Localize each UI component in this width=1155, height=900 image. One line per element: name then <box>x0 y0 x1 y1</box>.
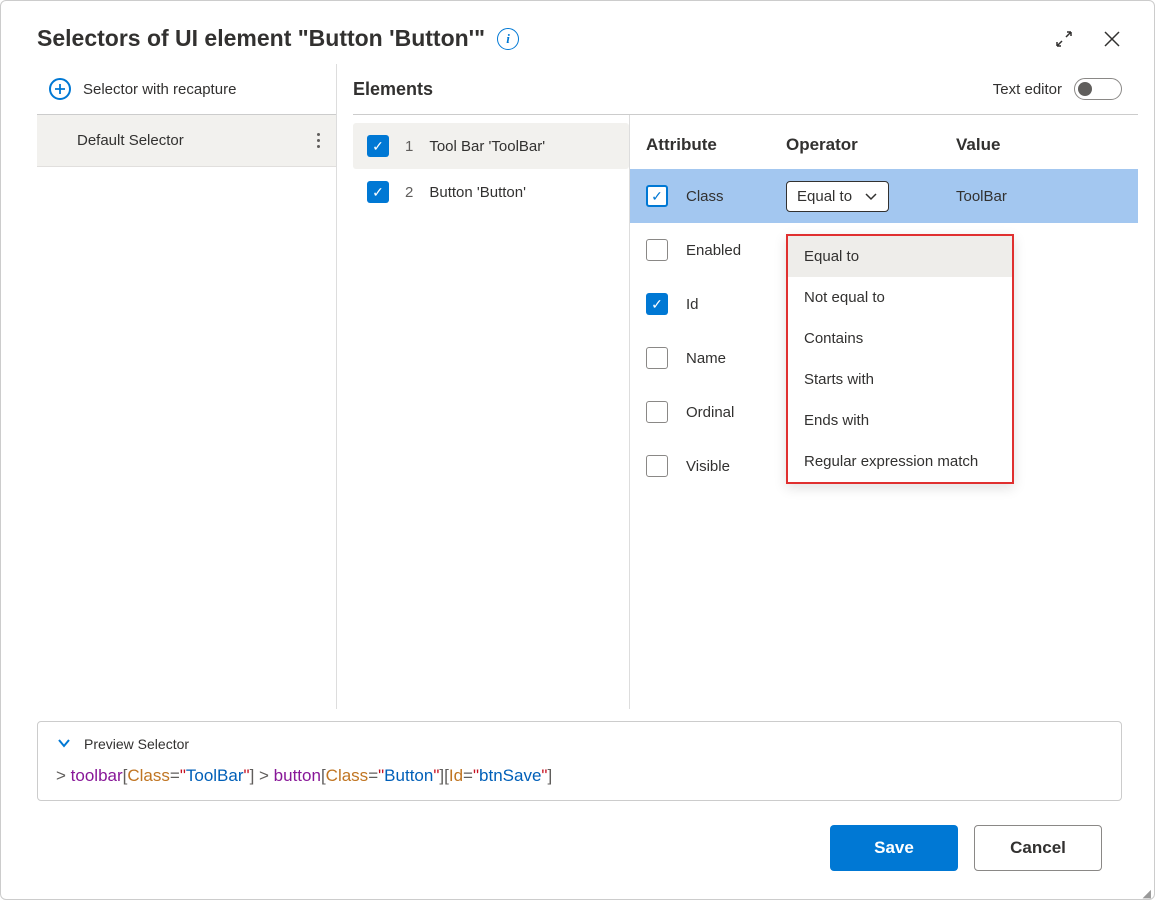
elements-content: ✓ 1 Tool Bar 'ToolBar' ✓ 2 Button 'Butto… <box>353 115 1138 709</box>
titlebar-actions <box>1054 29 1122 49</box>
elements-title: Elements <box>353 79 433 100</box>
attr-checkbox[interactable]: ✓ <box>646 185 668 207</box>
attributes-header: Attribute Operator Value <box>630 115 1138 169</box>
attr-checkbox[interactable] <box>646 239 668 261</box>
attribute-row-class[interactable]: ✓ Class Equal to Equal to Not equal to <box>630 169 1138 223</box>
text-editor-toggle[interactable] <box>1074 78 1122 100</box>
attr-name: Id <box>686 296 786 313</box>
attr-checkbox[interactable] <box>646 347 668 369</box>
dialog-title: Selectors of UI element "Button 'Button'… <box>37 25 485 52</box>
upper-panes: Selector with recapture Default Selector… <box>1 64 1138 709</box>
attr-checkbox[interactable] <box>646 455 668 477</box>
attr-checkbox[interactable]: ✓ <box>646 293 668 315</box>
dropdown-item[interactable]: Ends with <box>788 400 1012 441</box>
attr-value[interactable]: ToolBar <box>956 188 1122 205</box>
dropdown-item[interactable]: Regular expression match <box>788 441 1012 482</box>
col-operator: Operator <box>786 135 956 155</box>
chevron-down-icon <box>864 188 878 205</box>
element-label: Button 'Button' <box>429 184 526 201</box>
text-editor-label: Text editor <box>993 81 1062 98</box>
attr-name: Ordinal <box>686 404 786 421</box>
text-editor-toggle-group: Text editor <box>993 78 1122 100</box>
attr-name: Class <box>686 188 786 205</box>
operator-dropdown: Equal to Not equal to Contains Starts wi… <box>786 234 1014 484</box>
preview-header[interactable]: Preview Selector <box>56 736 1103 752</box>
element-row[interactable]: ✓ 2 Button 'Button' <box>353 169 629 215</box>
toggle-knob <box>1078 82 1092 96</box>
save-button[interactable]: Save <box>830 825 958 871</box>
preview-selector-box: Preview Selector > toolbar[Class="ToolBa… <box>37 721 1122 801</box>
element-index: 2 <box>405 184 413 201</box>
selector-item-default[interactable]: Default Selector <box>37 115 336 167</box>
preview-title: Preview Selector <box>84 736 189 752</box>
operator-value: Equal to <box>797 188 852 205</box>
dialog-footer: Save Cancel <box>1 801 1138 899</box>
expand-icon[interactable] <box>1054 29 1074 49</box>
close-icon[interactable] <box>1102 29 1122 49</box>
attr-name: Name <box>686 350 786 367</box>
dropdown-item[interactable]: Starts with <box>788 359 1012 400</box>
element-list: ✓ 1 Tool Bar 'ToolBar' ✓ 2 Button 'Butto… <box>353 115 629 709</box>
element-index: 1 <box>405 138 413 155</box>
info-icon[interactable]: i <box>497 28 519 50</box>
selector-dialog: Selectors of UI element "Button 'Button'… <box>0 0 1155 900</box>
element-row[interactable]: ✓ 1 Tool Bar 'ToolBar' <box>353 123 629 169</box>
col-value: Value <box>956 135 1122 155</box>
dropdown-item[interactable]: Contains <box>788 318 1012 359</box>
more-vertical-icon[interactable] <box>313 129 324 152</box>
chevron-down-icon <box>56 736 72 752</box>
recapture-label: Selector with recapture <box>83 81 236 98</box>
selector-with-recapture-button[interactable]: Selector with recapture <box>37 64 336 115</box>
col-attribute: Attribute <box>646 135 786 155</box>
attr-name: Enabled <box>686 242 786 259</box>
selector-list-pane: Selector with recapture Default Selector <box>37 64 337 709</box>
selector-name: Default Selector <box>77 132 313 149</box>
resize-grip-icon[interactable]: ◢ <box>1143 892 1152 897</box>
attributes-pane: Attribute Operator Value ✓ Class Equal t… <box>629 115 1138 709</box>
dropdown-item[interactable]: Not equal to <box>788 277 1012 318</box>
element-checkbox[interactable]: ✓ <box>367 181 389 203</box>
preview-selector-path: > toolbar[Class="ToolBar"] > button[Clas… <box>56 766 1103 786</box>
elements-pane: Elements Text editor ✓ 1 Tool Bar 'ToolB <box>337 64 1138 709</box>
attr-checkbox[interactable] <box>646 401 668 423</box>
element-label: Tool Bar 'ToolBar' <box>429 138 545 155</box>
titlebar: Selectors of UI element "Button 'Button'… <box>1 1 1154 64</box>
attr-name: Visible <box>686 458 786 475</box>
dialog-body: Selector with recapture Default Selector… <box>1 64 1154 899</box>
elements-header: Elements Text editor <box>353 64 1138 115</box>
plus-icon <box>49 78 71 100</box>
operator-select[interactable]: Equal to <box>786 181 889 212</box>
dropdown-item[interactable]: Equal to <box>788 236 1012 277</box>
element-checkbox[interactable]: ✓ <box>367 135 389 157</box>
cancel-button[interactable]: Cancel <box>974 825 1102 871</box>
